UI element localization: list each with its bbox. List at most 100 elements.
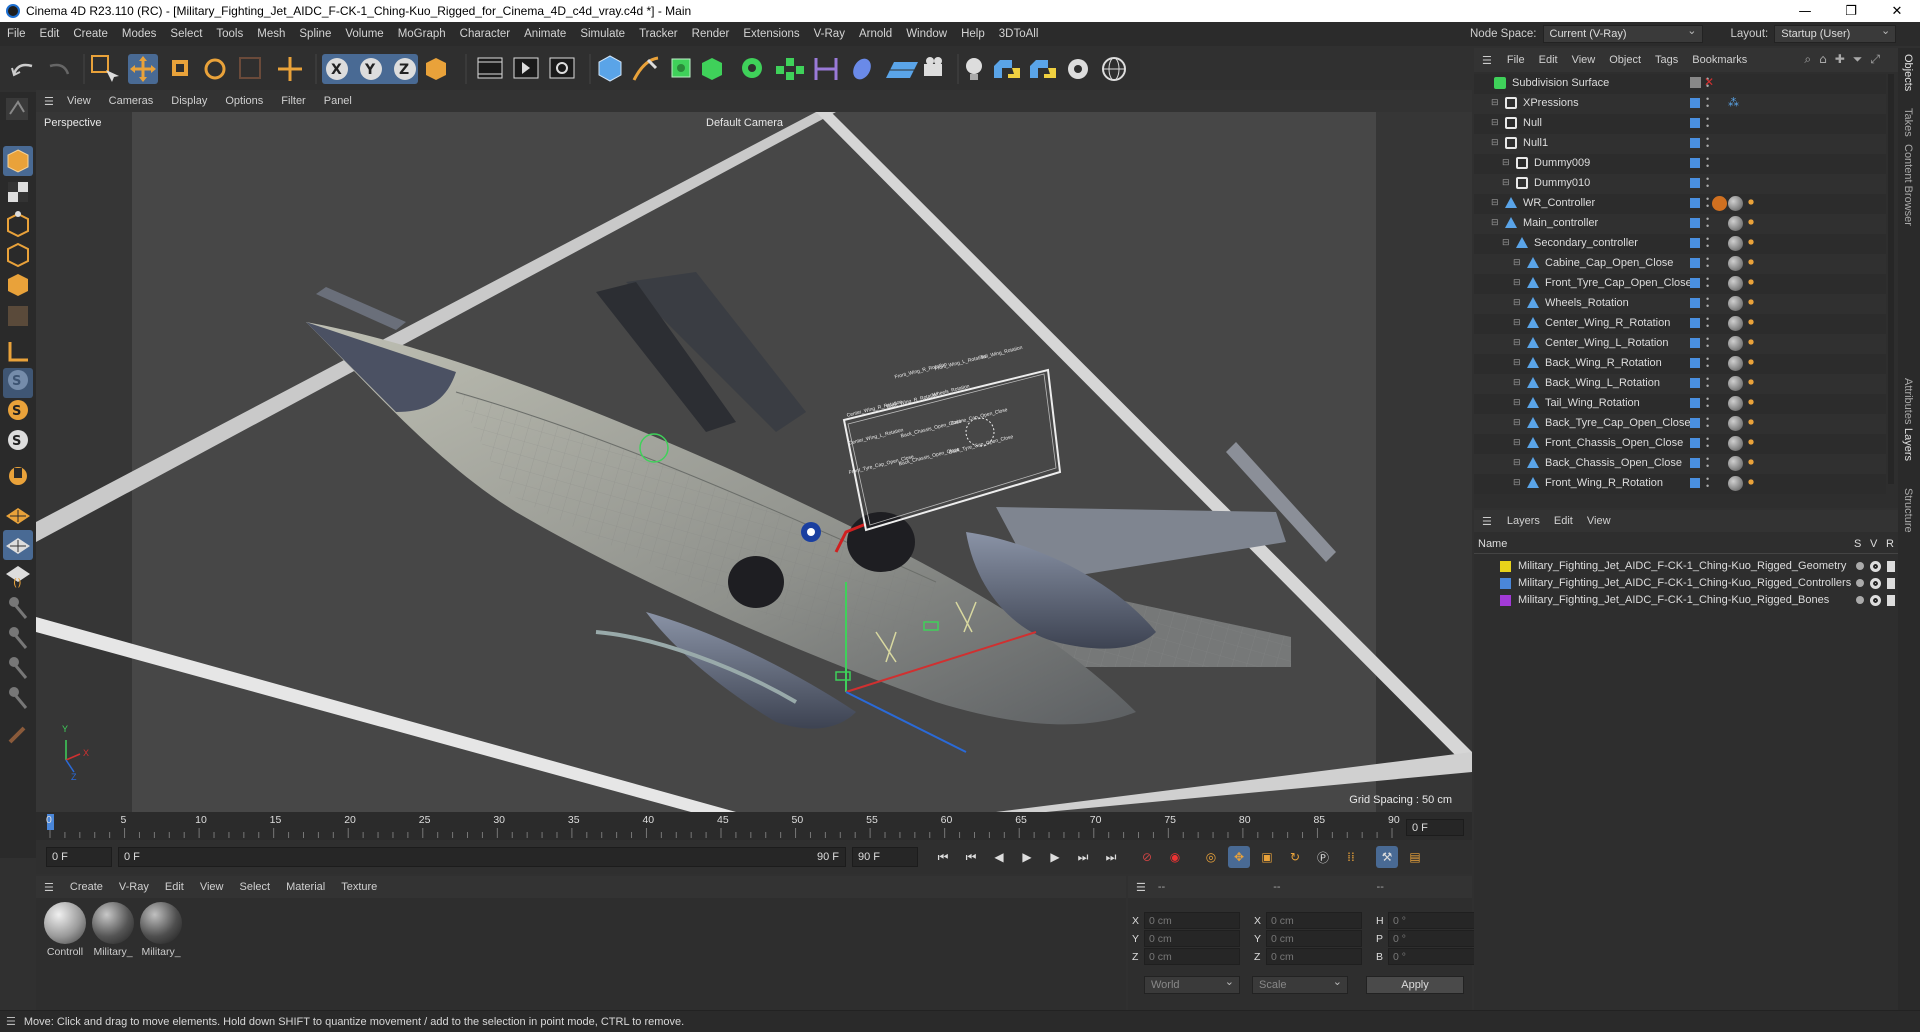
layer-row[interactable]: Military_Fighting_Jet_AIDC_F-CK-1_Ching-… xyxy=(1474,592,1898,609)
layer-solo-dot-icon[interactable] xyxy=(1856,596,1864,604)
visibility-dots-icon[interactable]: • • xyxy=(1706,255,1709,271)
object-row[interactable]: ⊟ Front_Wing_R_Rotation • • xyxy=(1474,474,1886,494)
cube-object-icon[interactable] xyxy=(598,55,622,82)
go-to-start-icon[interactable]: ⏮ xyxy=(932,846,954,868)
close-button[interactable]: ✕ xyxy=(1874,0,1920,22)
scale-tool-icon[interactable] xyxy=(172,60,188,76)
key-position-icon[interactable]: ✥ xyxy=(1228,846,1250,868)
viewport-menu-cameras[interactable]: Cameras xyxy=(100,95,163,107)
x-axis-lock-icon[interactable]: X xyxy=(326,58,348,80)
next-key-icon[interactable]: ⏭ xyxy=(1072,846,1094,868)
extrude-generator-icon[interactable] xyxy=(702,58,722,80)
object-row[interactable]: ⊟ Null1 • • xyxy=(1474,134,1886,154)
coord-pos-field[interactable]: 0 cm xyxy=(1144,930,1240,947)
material-tag-icon[interactable] xyxy=(1728,416,1743,431)
layer-color-swatch[interactable] xyxy=(1690,358,1700,368)
tree-expander-icon[interactable]: ⊟ xyxy=(1491,217,1499,228)
y-axis-lock-icon[interactable]: Y xyxy=(360,58,382,80)
node-space-dropdown[interactable]: Current (V-Ray) xyxy=(1542,24,1703,43)
visibility-dots-icon[interactable]: • • xyxy=(1706,395,1709,411)
layers-menu-edit[interactable]: Edit xyxy=(1547,515,1580,527)
layer-color-swatch[interactable] xyxy=(1500,578,1511,589)
sculpt-grab-icon[interactable] xyxy=(9,627,28,649)
layer-color-swatch[interactable] xyxy=(1690,378,1700,388)
viewport-hamburger-icon[interactable]: ☰ xyxy=(36,95,58,108)
visibility-dots-icon[interactable]: • • xyxy=(1706,135,1709,151)
pen-spline-icon[interactable] xyxy=(632,56,659,81)
tree-expander-icon[interactable]: ⊟ xyxy=(1513,337,1521,348)
python-generator-icon[interactable] xyxy=(1030,60,1056,78)
xpresso-tag-icon[interactable] xyxy=(1746,477,1756,487)
transform-tool-icon[interactable] xyxy=(278,57,302,81)
minimize-button[interactable]: — xyxy=(1782,0,1828,22)
material-tag-icon[interactable] xyxy=(1728,456,1743,471)
material-tag-icon[interactable] xyxy=(1728,316,1743,331)
enabled-check-icon[interactable] xyxy=(1690,77,1701,88)
layer-color-swatch[interactable] xyxy=(1690,178,1700,188)
right-tab-layers[interactable]: Layers xyxy=(1902,428,1914,461)
material-menu-v-ray[interactable]: V-Ray xyxy=(111,881,157,893)
material-tag-icon[interactable] xyxy=(1728,356,1743,371)
coord-size-field[interactable]: 0 cm xyxy=(1266,948,1362,965)
xpresso-tag-icon[interactable] xyxy=(1746,257,1756,267)
layer-solo-dot-icon[interactable] xyxy=(1856,562,1864,570)
visibility-dots-icon[interactable]: • • xyxy=(1706,295,1709,311)
layer-color-swatch[interactable] xyxy=(1690,398,1700,408)
tree-expander-icon[interactable]: ⊟ xyxy=(1513,397,1521,408)
auto-keying-icon[interactable]: ◉ xyxy=(1164,846,1186,868)
coordinate-space-dropdown[interactable]: World xyxy=(1144,975,1240,994)
object-row[interactable]: ⊟ Wheels_Rotation • • xyxy=(1474,294,1886,314)
visibility-dots-icon[interactable]: • • xyxy=(1706,115,1709,131)
previous-key-icon[interactable]: ⏮ xyxy=(960,846,982,868)
tree-expander-icon[interactable]: ⊟ xyxy=(1491,97,1499,108)
layer-color-swatch[interactable] xyxy=(1690,478,1700,488)
viewport-menu-filter[interactable]: Filter xyxy=(272,95,314,107)
xpresso-tag-icon[interactable] xyxy=(1746,317,1756,327)
layer-color-swatch[interactable] xyxy=(1690,418,1700,428)
visibility-dots-icon[interactable]: • • xyxy=(1706,155,1709,171)
object-row[interactable]: ⊟ Center_Wing_R_Rotation • • xyxy=(1474,314,1886,334)
viewport-menu-panel[interactable]: Panel xyxy=(315,95,361,107)
object-row[interactable]: Subdivision Surface • • ✕ xyxy=(1474,74,1886,94)
material-tag-icon[interactable] xyxy=(1728,336,1743,351)
object-row[interactable]: ⊟ Tail_Wing_Rotation • • xyxy=(1474,394,1886,414)
layer-render-icon[interactable] xyxy=(1887,595,1895,606)
menu-simulate[interactable]: Simulate xyxy=(573,28,632,40)
snap-settings-icon[interactable]: S xyxy=(8,400,28,420)
xpresso-tag-icon[interactable] xyxy=(1746,217,1756,227)
xpresso-tag-icon[interactable] xyxy=(1746,437,1756,447)
tree-expander-icon[interactable]: ⊟ xyxy=(1491,117,1499,128)
layer-color-swatch[interactable] xyxy=(1690,198,1700,208)
menu-render[interactable]: Render xyxy=(685,28,737,40)
layer-color-swatch[interactable] xyxy=(1690,278,1700,288)
layers-menu-layers[interactable]: Layers xyxy=(1500,515,1547,527)
visibility-dots-icon[interactable]: • • xyxy=(1706,335,1709,351)
right-tab-structure[interactable]: Structure xyxy=(1902,488,1914,533)
layer-color-swatch[interactable] xyxy=(1500,595,1511,606)
sculpt-brush-icon[interactable] xyxy=(9,597,28,619)
keyframe-selection-icon[interactable]: ◎ xyxy=(1200,846,1222,868)
layer-color-swatch[interactable] xyxy=(1690,338,1700,348)
subdivision-surface-icon[interactable] xyxy=(671,58,691,78)
xpresso-tag-icon[interactable] xyxy=(1746,337,1756,347)
menu-mesh[interactable]: Mesh xyxy=(250,28,292,40)
tree-expander-icon[interactable]: ⊟ xyxy=(1513,297,1521,308)
home-icon[interactable]: ⌂ xyxy=(1819,52,1827,67)
disabled-x-icon[interactable]: ✕ xyxy=(1704,75,1714,89)
xpresso-tag-icon[interactable] xyxy=(1746,457,1756,467)
menu-window[interactable]: Window xyxy=(899,28,954,40)
layer-row[interactable]: Military_Fighting_Jet_AIDC_F-CK-1_Ching-… xyxy=(1474,575,1898,592)
coordinate-mode-dropdown[interactable]: Scale xyxy=(1252,975,1348,994)
next-frame-icon[interactable]: ▶ xyxy=(1044,846,1066,868)
menu-file[interactable]: File xyxy=(0,28,33,40)
object-row[interactable]: ⊟ Center_Wing_L_Rotation • • xyxy=(1474,334,1886,354)
xpresso-tag-icon[interactable] xyxy=(1746,297,1756,307)
menu-character[interactable]: Character xyxy=(453,28,518,40)
visibility-dots-icon[interactable]: • • xyxy=(1706,435,1709,451)
material-swatch[interactable]: Controll xyxy=(42,902,88,958)
object-manager-scrollbar[interactable] xyxy=(1888,74,1894,484)
xpresso-tag-icon[interactable] xyxy=(1746,417,1756,427)
right-tab-takes[interactable]: Takes xyxy=(1902,108,1914,137)
menu-3dtoall[interactable]: 3DToAll xyxy=(992,28,1046,40)
layer-row[interactable]: Military_Fighting_Jet_AIDC_F-CK-1_Ching-… xyxy=(1474,558,1898,575)
